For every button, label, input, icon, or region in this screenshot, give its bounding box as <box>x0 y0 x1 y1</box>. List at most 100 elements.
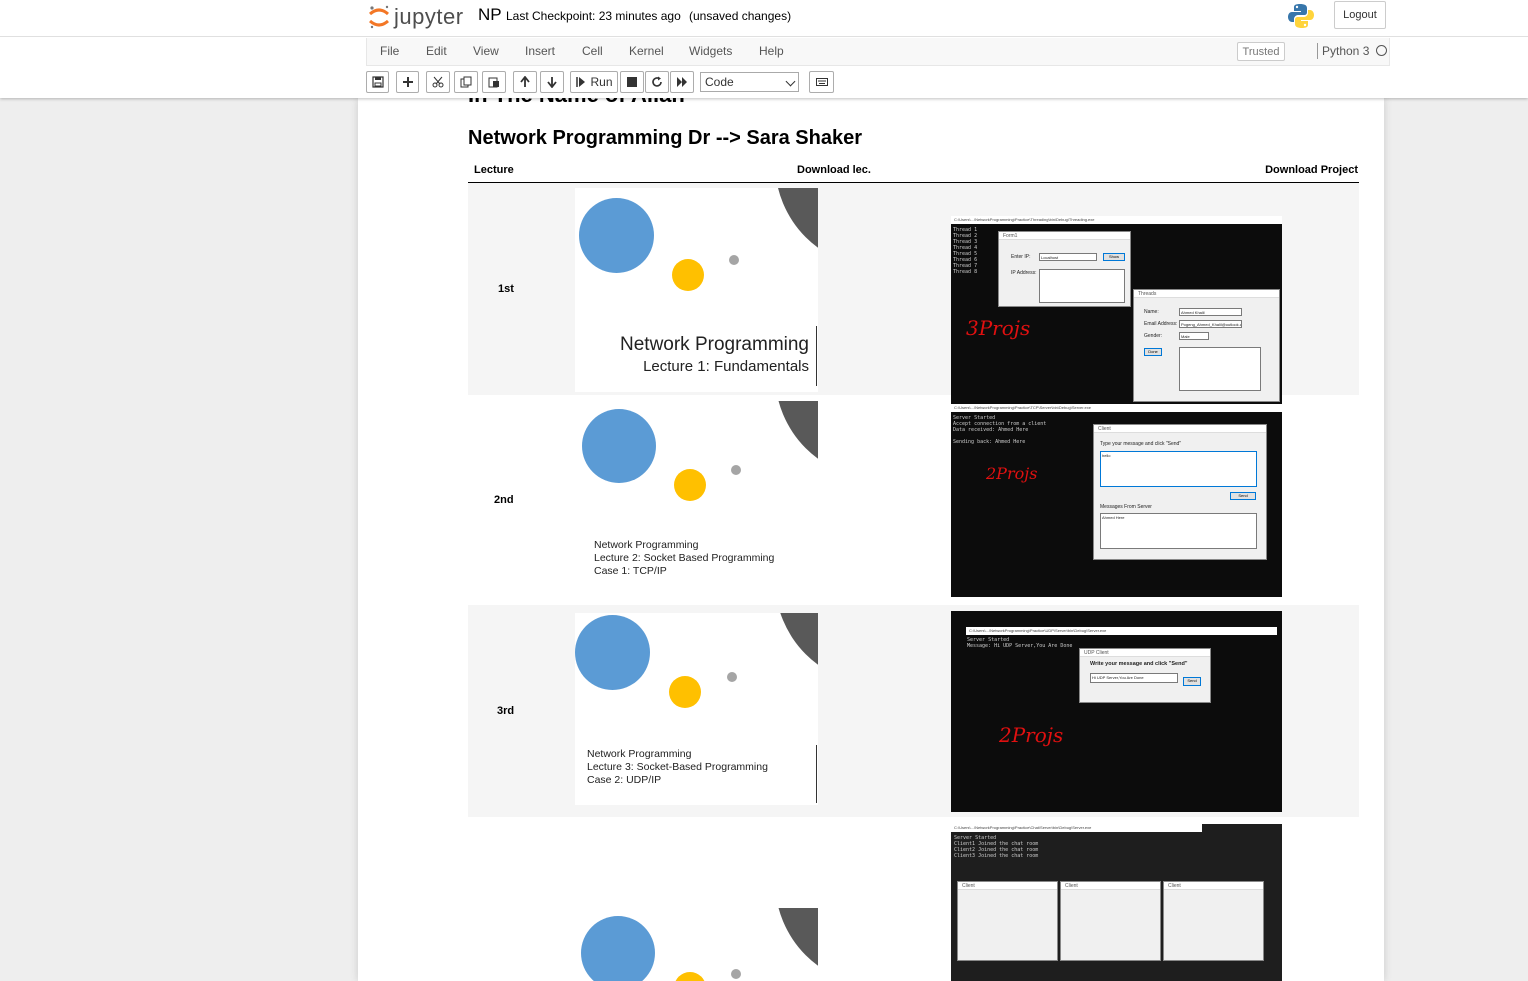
keyboard-icon <box>815 78 828 86</box>
enter-ip-field: Localhost <box>1039 253 1097 261</box>
slide-grey-dot <box>731 465 741 475</box>
console-output: Thread 1 Thread 2 Thread 3 Thread 4 Thre… <box>953 227 978 275</box>
chevron-down-icon <box>785 76 796 87</box>
restart-run-all-button[interactable] <box>670 71 694 93</box>
paste-button[interactable] <box>482 71 506 93</box>
cell-type-select[interactable]: Code <box>700 72 799 92</box>
restart-button[interactable] <box>645 71 669 93</box>
lecture-1-slide-link[interactable]: Network Programming Lecture 1: Fundament… <box>575 188 818 392</box>
header-download-lec: Download lec. <box>797 164 871 176</box>
console-output: Server Started Message: Hi UDP Server,Yo… <box>967 637 1073 649</box>
notebook-name[interactable]: NP <box>478 5 502 25</box>
slide-line: Network Programming <box>594 539 699 551</box>
slide-line: Lecture 2: Socket Based Programming <box>594 552 775 564</box>
cut-button[interactable] <box>426 71 450 93</box>
table-row: 1st Network Programming Lecture 1: Funda… <box>468 183 1359 408</box>
console-title-bar: C:\Users\...\NetworkProgramming\Practice… <box>951 216 1282 224</box>
project-4-screenshot-link[interactable]: C:\Users\...\NetworkProgramming\Practice… <box>951 824 1282 981</box>
chat-client-window: Client <box>957 881 1058 961</box>
jupyter-logo[interactable]: jupyter <box>368 3 464 31</box>
message-field: hello <box>1100 451 1257 487</box>
udp-client-window: UDP Client Write your message and click … <box>1079 648 1211 703</box>
lecture-2-slide-link[interactable]: Network Programming Lecture 2: Socket Ba… <box>575 401 818 601</box>
server-label: Messages From Server <box>1100 504 1152 510</box>
fast-forward-icon <box>677 77 687 87</box>
slide-yellow-circle <box>674 972 706 981</box>
send-button: Send <box>1230 492 1256 500</box>
arrow-up-icon <box>520 76 530 87</box>
console-title-bar: C:\Users\...\NetworkProgramming\Practice… <box>951 824 1202 832</box>
menu-cell[interactable]: Cell <box>582 44 603 58</box>
udp-client-title: UDP Client <box>1080 649 1210 657</box>
refresh-icon <box>652 76 662 87</box>
lecture-4-slide-link[interactable] <box>575 908 818 981</box>
slide-corner-shape <box>775 401 818 479</box>
header-lecture: Lecture <box>474 164 514 176</box>
slide-line: Lecture 3: Socket-Based Programming <box>587 761 768 773</box>
run-button[interactable]: Run <box>570 71 618 93</box>
console-title-bar: C:\Users\...\NetworkProgramming\Practice… <box>951 404 1282 412</box>
done-button: Done <box>1144 348 1162 356</box>
chat-client-window: Client <box>1163 881 1264 961</box>
insert-cell-button[interactable] <box>396 71 419 93</box>
name-field: Ahmed Khalil <box>1179 308 1242 316</box>
project-2-screenshot-link[interactable]: C:\Users\...\NetworkProgramming\Practice… <box>951 404 1282 597</box>
slide-grey-dot <box>731 969 741 979</box>
plus-icon <box>402 77 413 87</box>
chat-client-title: Client <box>958 882 1057 890</box>
ip-address-label: IP Address: <box>1011 270 1037 276</box>
trusted-indicator[interactable]: Trusted <box>1237 42 1285 61</box>
message-field: Hi UDP Server,You Are Done <box>1090 673 1178 683</box>
menu-help[interactable]: Help <box>759 44 784 58</box>
slide-line: Network Programming <box>587 748 692 760</box>
move-up-button[interactable] <box>513 71 537 93</box>
copy-button[interactable] <box>454 71 478 93</box>
logout-button[interactable]: Logout <box>1334 1 1386 29</box>
gender-field: Male <box>1179 332 1209 340</box>
slide-corner-shape <box>775 613 818 685</box>
floppy-icon <box>371 76 384 88</box>
menu-insert[interactable]: Insert <box>525 44 555 58</box>
ip-result-box <box>1039 269 1125 303</box>
kernel-name[interactable]: Python 3 <box>1322 44 1369 58</box>
interrupt-button[interactable] <box>620 71 644 93</box>
command-palette-button[interactable] <box>809 71 834 93</box>
slide-yellow-circle <box>672 259 704 291</box>
form1-window: Form1 Enter IP: Localhost Show IP Addres… <box>998 231 1131 307</box>
paste-icon <box>488 77 499 88</box>
menu-view[interactable]: View <box>473 44 499 58</box>
copy-icon <box>460 76 472 88</box>
menu-kernel[interactable]: Kernel <box>629 44 664 58</box>
python-logo-icon <box>1288 4 1314 28</box>
gender-label: Gender: <box>1144 333 1163 339</box>
project-3-screenshot-link[interactable]: C:\Users\...\NetworkProgramming\Practice… <box>951 611 1282 812</box>
menu-edit[interactable]: Edit <box>426 44 447 58</box>
move-down-button[interactable] <box>540 71 564 93</box>
slide-corner-shape <box>775 188 818 268</box>
details-box <box>1179 347 1261 391</box>
server-messages-box: Ahmed Here <box>1100 513 1257 549</box>
console-output: Server Started Accept connection from a … <box>953 415 1047 445</box>
menu-file[interactable]: File <box>380 44 399 58</box>
slide-blue-circle <box>575 615 650 690</box>
menu-bar: File Edit View Insert Cell Kernel Widget… <box>366 38 1390 66</box>
lecture-number: 3rd <box>497 705 515 717</box>
kernel-separator <box>1317 43 1318 59</box>
slide-corner-shape <box>775 908 818 981</box>
run-label: Run <box>590 75 613 89</box>
section-heading: Network Programming Dr --> Sara Shaker <box>468 127 863 149</box>
stop-icon <box>627 77 637 87</box>
slide-blue-circle <box>581 916 655 981</box>
save-button[interactable] <box>366 71 389 93</box>
kernel-idle-icon <box>1376 45 1387 56</box>
lecture-3-slide-link[interactable]: Network Programming Lecture 3: Socket-Ba… <box>575 613 818 805</box>
project-1-screenshot-link[interactable]: C:\Users\...\NetworkProgramming\Practice… <box>951 216 1282 408</box>
checkpoint-status: Last Checkpoint: 23 minutes ago <box>506 9 681 23</box>
table-header-row: Lecture Download lec. Download Project <box>468 160 1359 183</box>
menu-widgets[interactable]: Widgets <box>689 44 732 58</box>
console-output: Server Started Client1 Joined the chat r… <box>954 835 1039 859</box>
slide-blue-circle <box>579 198 654 273</box>
client-window: Client Type your message and click "Send… <box>1093 424 1267 560</box>
slide-divider <box>816 745 817 803</box>
slide-grey-dot <box>727 672 737 682</box>
